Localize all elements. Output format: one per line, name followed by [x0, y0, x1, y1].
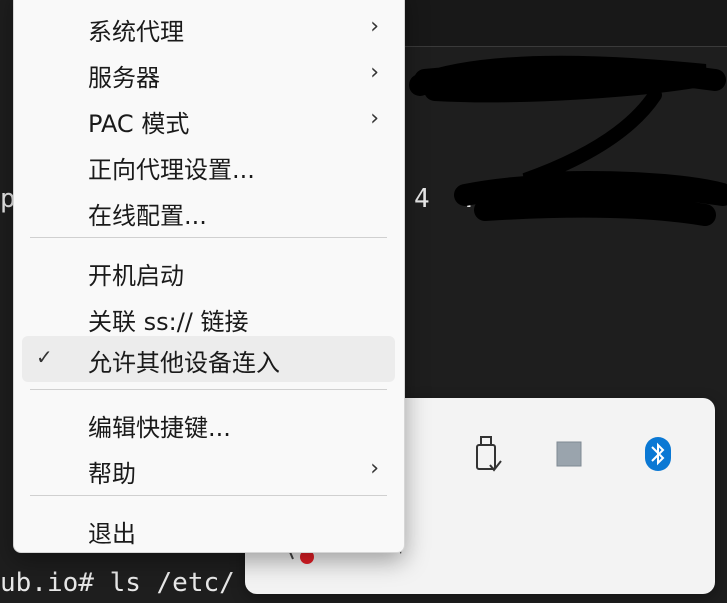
menu-item-label: 服务器 [88, 64, 160, 92]
menu-separator [30, 237, 387, 238]
bluetooth-icon[interactable] [638, 434, 678, 474]
menu-item-help[interactable]: 帮助 › [22, 447, 395, 493]
chevron-right-icon: › [370, 456, 379, 481]
menu-item-pac-mode[interactable]: PAC 模式 › [22, 97, 395, 143]
menu-item-label: 编辑快捷键... [88, 414, 231, 442]
menu-item-associate-ss-link[interactable]: 关联 ss:// 链接 [22, 295, 395, 341]
menu-separator [30, 389, 387, 390]
chevron-right-icon: › [370, 60, 379, 85]
menu-item-forward-proxy[interactable]: 正向代理设置... [22, 143, 395, 189]
menu-item-label: 开机启动 [88, 262, 184, 290]
menu-item-label: 帮助 [88, 460, 136, 488]
redaction-scribble [409, 55, 727, 226]
menu-item-label: 系统代理 [88, 18, 184, 46]
menu-item-label: 在线配置... [88, 202, 207, 230]
menu-item-startup[interactable]: 开机启动 [22, 249, 395, 295]
menu-item-label: 退出 [88, 520, 136, 548]
menu-item-label: 允许其他设备连入 [88, 349, 280, 377]
menu-item-label: 关联 ss:// 链接 [88, 308, 249, 336]
menu-item-system-proxy[interactable]: 系统代理 › [22, 5, 395, 51]
terminal-line: ub.io# ls /etc/ [0, 568, 235, 598]
menu-item-servers[interactable]: 服务器 › [22, 51, 395, 97]
menu-separator [30, 495, 387, 496]
chevron-right-icon: › [370, 14, 379, 39]
display-icon[interactable] [549, 434, 589, 474]
menu-item-online-config[interactable]: 在线配置... [22, 189, 395, 235]
context-menu: 系统代理 › 服务器 › PAC 模式 › 正向代理设置... 在线配置... … [13, 0, 405, 553]
usb-icon[interactable] [467, 434, 507, 474]
chevron-right-icon: › [370, 106, 379, 131]
terminal-tab-bar [400, 0, 727, 47]
checkmark-icon: ✓ [36, 345, 53, 369]
menu-item-label: PAC 模式 [88, 110, 190, 138]
menu-item-allow-lan[interactable]: ✓ 允许其他设备连入 [22, 336, 395, 382]
menu-item-edit-hotkeys[interactable]: 编辑快捷键... [22, 401, 395, 447]
menu-item-exit[interactable]: 退出 [22, 507, 395, 553]
menu-item-label: 正向代理设置... [88, 156, 255, 184]
